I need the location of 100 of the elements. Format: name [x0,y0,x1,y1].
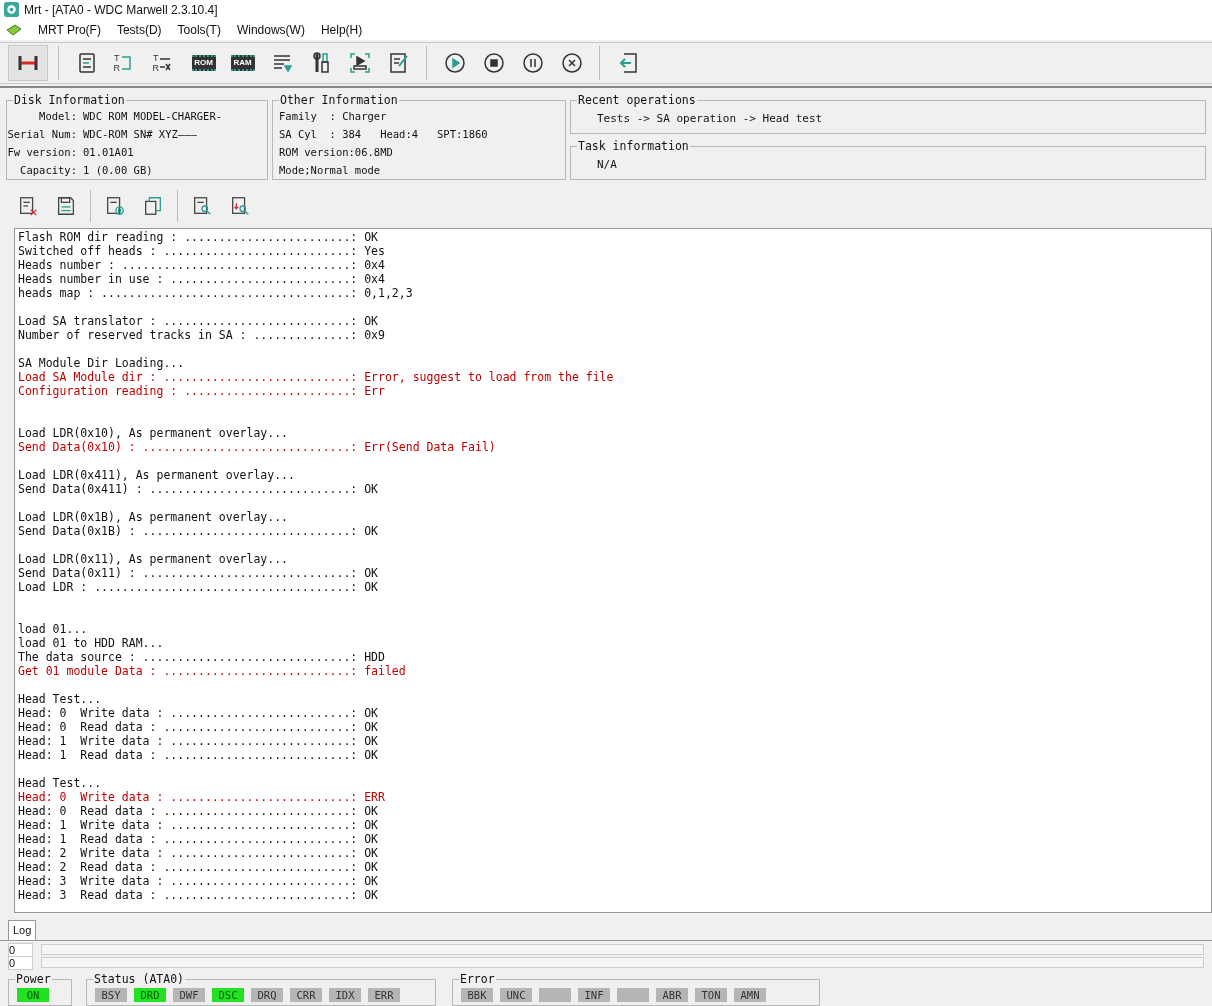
screen-icon [347,50,372,75]
log-line: heads map : ....................................: 0,1,2,3 [18,285,413,300]
log-line: Load LDR(0x11), As permanent overlay... [18,551,289,566]
log-line: Head: 1 Read data : ...........................: OK [18,831,379,846]
play-icon [442,50,467,75]
log-line: Head: 0 Read data : ...........................: OK [18,719,379,734]
menu-item[interactable]: Tests(D) [116,20,162,39]
log-line: Load SA Module dir : ...........................: Error, suggest to load from the file [18,369,614,384]
info-line: ROM version:06.8MD [279,144,394,160]
status-indicator: ERR [368,988,400,1002]
log-line: Number of reserved tracks in SA : ..............: 0x9 [18,327,385,342]
log-line: Head: 0 Write data : ..........................: OK [18,705,379,720]
clear-log-icon [17,194,39,217]
group-title: Other Information [279,92,399,107]
log-line: Heads number : .................................: 0x4 [18,257,385,272]
status-indicator: ABR [656,988,688,1002]
log-line: The data source : ..............................: HDD [18,649,385,664]
menu-item[interactable]: MRT Pro(F) [38,20,101,39]
info-line: Family : Charger [279,108,388,124]
log-line: Head: 2 Read data : ...........................: OK [18,859,379,874]
field-label: Serial Num: [7,126,77,142]
log-line: Send Data(0x10) : ..............................: Err(Send Data Fail) [18,439,496,454]
status-indicator: UNC [500,988,532,1002]
status-indicator: DRD [134,988,166,1002]
status-indicator: AMN [734,988,766,1002]
toolbar-button[interactable]: T R [108,44,143,81]
search-down-icon [229,194,251,217]
group-title: Recent operations [577,92,697,107]
log-line: Head: 0 Write data : ..........................: ERR [18,789,385,804]
log-line: Configuration reading : ........................: Err [18,383,385,398]
status-indicator: DWF [173,988,205,1002]
log-line: Head: 3 Read data : ...........................: OK [18,887,379,902]
log-line: Head Test... [18,775,102,790]
log-line: Flash ROM dir reading : ........................: OK [18,229,379,244]
status-indicator: DSC [212,988,244,1002]
group-title: Error [459,972,496,986]
copy-icon [142,194,164,217]
log-line: load 01 to HDD RAM... [18,635,164,650]
log-line: Head: 1 Write data : ..........................: OK [18,817,379,832]
log-line: Load LDR(0x411), As permanent overlay... [18,467,295,482]
group-title: Task information [577,138,690,153]
field-value: WDC-ROM SN# XYZ——— [83,126,198,142]
info-line: SA Cyl : 384 Head:4 SPT:1860 [279,126,489,142]
status-indicator: BBK [461,988,493,1002]
field-value: 1 (0.00 GB) [83,162,154,178]
window-title: Mrt - [ATA0 - WDC Marwell 2.3.10.4] [24,2,218,19]
cancel-icon [559,50,584,75]
field-label: Fw version: [7,144,77,160]
log-line: Head: 1 Write data : ..........................: OK [18,733,379,748]
log-line: Get 01 module Data : ...........................: failed [18,663,406,678]
chip-icon: ROM [191,54,216,71]
status-indicator: BSY [95,988,127,1002]
log-line: Head: 0 Read data : ...........................: OK [18,803,379,818]
log-line: Send Data(0x411) : .............................: OK [18,481,379,496]
info-line: Mode;Normal mode [279,162,382,178]
menu-item[interactable]: Help(H) [320,20,363,39]
recent-operation: Tests -> SA operation -> Head test [597,111,823,125]
group-title: Power [15,972,52,986]
stop-icon [481,50,506,75]
log-line: Load LDR(0x10), As permanent overlay... [18,425,289,440]
menu-item[interactable]: Windows(W) [236,20,305,39]
log-line: Switched off heads : ...........................: Yes [18,243,385,258]
log-line: load 01... [18,621,88,636]
toolbar-button[interactable]: RAM [225,44,260,81]
log-line: Load LDR(0x1B), As permanent overlay... [18,509,289,524]
toolbar-button[interactable] [8,44,48,81]
log-line: Send Data(0x1B) : ..............................: OK [18,523,379,538]
log-line: Head: 1 Read data : ...........................: OK [18,747,379,762]
field-label: Capacity: [19,162,77,178]
menu-item[interactable]: Tools(T) [177,20,221,39]
counter-value: 0 [8,942,33,957]
menu-app-icon [6,23,22,36]
log-line: Load SA translator : ...........................: OK [18,313,379,328]
toolbar-button[interactable]: T R [147,44,182,81]
status-indicator: ON [17,988,49,1002]
status-indicator: DRQ [251,988,283,1002]
pause-icon [520,50,545,75]
group-title: Status (ATA0) [93,972,185,986]
log-tab[interactable]: Log [8,920,37,940]
status-indicator: IDX [329,988,361,1002]
status-indicator: INF [578,988,610,1002]
document-pause-icon [104,194,126,217]
field-value: 01.01A01 [83,144,135,160]
save-icon [55,194,77,217]
toolbar-button[interactable]: ROM [186,44,221,81]
log-line: SA Module Dir Loading... [18,355,185,370]
log-line: Load LDR : .....................................: OK [18,579,379,594]
status-indicator: CRR [290,988,322,1002]
group-title: Disk Information [13,92,126,107]
log-line: Heads number in use : ..........................: 0x4 [18,271,385,286]
log-line: Head: 2 Write data : ..........................: OK [18,845,379,860]
task-status: N/A [597,157,617,171]
log-line: Send Data(0x11) : ..............................: OK [18,565,379,580]
log-line: Head Test... [18,691,102,706]
search-icon [191,194,213,217]
log-line: Head: 3 Write data : ..........................: OK [18,873,379,888]
chip-icon: RAM [230,54,255,71]
field-value: WDC ROM MODEL-CHARGER- [83,108,224,124]
field-label: Model: [38,108,77,124]
status-indicator: TON [695,988,727,1002]
